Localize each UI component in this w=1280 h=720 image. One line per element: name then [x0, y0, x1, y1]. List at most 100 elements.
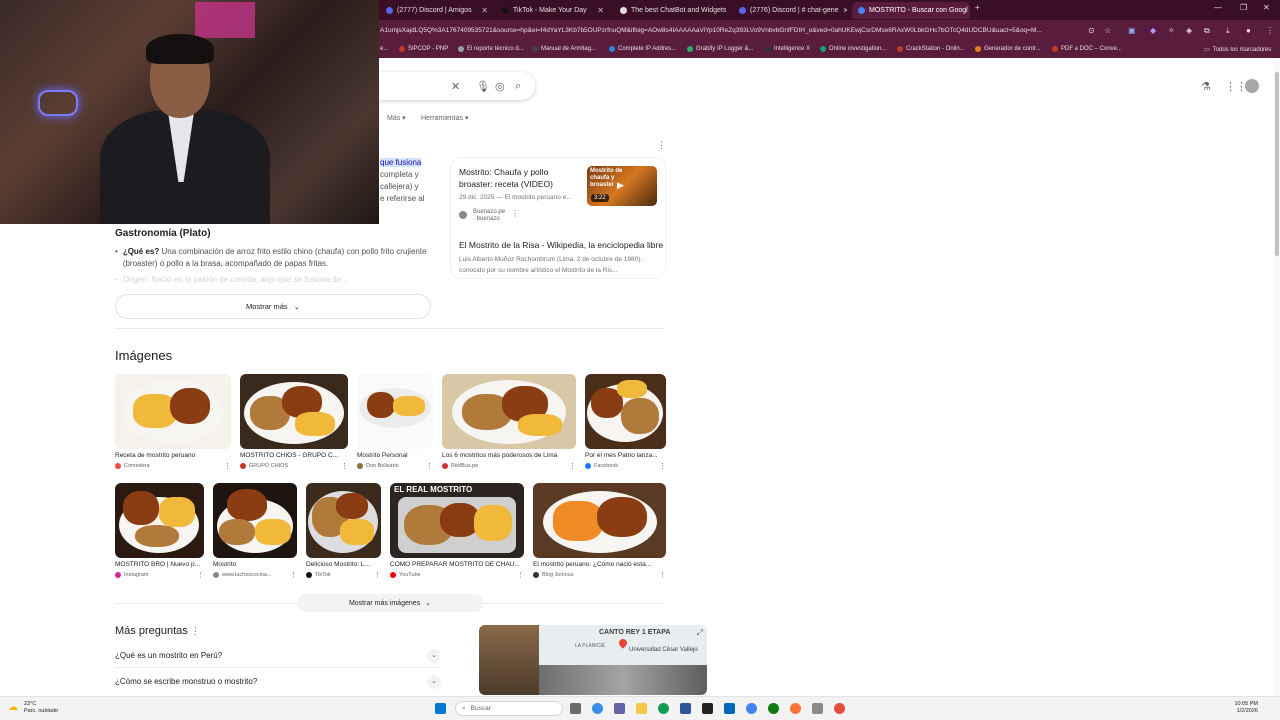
more-options-icon[interactable]: ⋮: [191, 626, 200, 636]
food-image[interactable]: [306, 483, 381, 558]
more-options-icon[interactable]: ⋮: [511, 210, 519, 218]
image-result[interactable]: Mostrito www.luchoscocina... ⋮: [213, 483, 297, 579]
map-preview[interactable]: CANTO REY 1 ETAPA LA PLANICIE Universida…: [479, 625, 707, 695]
more-options-icon[interactable]: ⋮: [659, 462, 666, 470]
labs-icon[interactable]: ⚗: [1201, 80, 1211, 93]
new-tab-button[interactable]: +: [975, 3, 980, 12]
food-image[interactable]: [115, 374, 231, 449]
show-more-button[interactable]: Mostrar más ⌄: [115, 294, 431, 319]
close-window-icon[interactable]: ✕: [1263, 3, 1270, 12]
maximize-icon[interactable]: ❐: [1240, 3, 1247, 12]
bookmark-item[interactable]: El reporte técnico d...: [458, 46, 524, 52]
more-options-icon[interactable]: ⋮: [341, 462, 348, 470]
image-result[interactable]: MOSTRITO CHIOS - GRUPO C... GRUPO CHIOS ⋮: [240, 374, 348, 470]
app-icon[interactable]: [702, 703, 713, 714]
close-icon[interactable]: ✕: [597, 6, 604, 15]
microphone-icon[interactable]: 🎙: [476, 80, 490, 93]
food-image[interactable]: [115, 483, 204, 558]
all-bookmarks[interactable]: ▭ Todos los marcadores: [1204, 46, 1271, 54]
image-result[interactable]: Mostrito Personal Don Belisario ⋮: [357, 374, 433, 470]
taskbar-search[interactable]: ⌕ Buscar: [455, 701, 563, 716]
chevron-down-icon[interactable]: ⌄: [427, 675, 441, 689]
app-icon[interactable]: [812, 703, 823, 714]
avatar[interactable]: [1245, 79, 1259, 93]
street-view-image[interactable]: [539, 665, 707, 695]
url-field[interactable]: A1umjsXajdLQ5Q%3A1767409535721&source=hp…: [380, 27, 1080, 34]
image-result[interactable]: MOSTRITO BRO | Nuevo p... Instagram ⋮: [115, 483, 204, 579]
bookmark-item[interactable]: Intelligence X: [765, 46, 810, 52]
image-result[interactable]: El mostrito peruano: ¿Cómo nació esta...…: [533, 483, 666, 579]
extension-icon[interactable]: ✧: [1168, 26, 1175, 35]
lens-icon[interactable]: ◎: [495, 80, 505, 93]
more-options-icon[interactable]: ⋮: [224, 462, 231, 470]
question-item[interactable]: ¿Qué es un mostrito en Perú? ⌄: [115, 649, 441, 663]
firefox-icon[interactable]: [790, 703, 801, 714]
bookmark-item[interactable]: Complete IP Addres...: [609, 46, 676, 52]
teams-icon[interactable]: [614, 703, 625, 714]
bookmark-item[interactable]: PDF a DOC – Conve...: [1052, 46, 1122, 52]
video-title[interactable]: Mostrito: Chaufa y pollo broaster: recet…: [459, 166, 584, 190]
food-image[interactable]: [533, 483, 666, 558]
star-icon[interactable]: ☆: [1104, 26, 1111, 35]
app-icon[interactable]: [834, 703, 845, 714]
map-pin-icon[interactable]: [617, 637, 629, 649]
location-icon[interactable]: ⊙: [1088, 26, 1095, 35]
chrome-icon[interactable]: [746, 703, 757, 714]
extension-icon[interactable]: ◆: [1150, 26, 1156, 35]
food-image[interactable]: [357, 374, 433, 449]
food-image[interactable]: [213, 483, 297, 558]
food-image[interactable]: [240, 374, 348, 449]
image-result[interactable]: Los 6 mostritos más poderosos de Lima Re…: [442, 374, 576, 470]
clear-icon[interactable]: ✕: [451, 80, 460, 93]
image-result[interactable]: Por el mes Patrio lanza... Facebook ⋮: [585, 374, 666, 470]
image-result[interactable]: Delicioso Mostrito: L... TikTok ⋮: [306, 483, 381, 579]
expand-icon[interactable]: ⤢: [697, 628, 703, 638]
store-icon[interactable]: [680, 703, 691, 714]
more-options-icon[interactable]: ⋮: [659, 571, 666, 579]
puzzle-icon[interactable]: ⧉: [1204, 26, 1210, 36]
more-options-icon[interactable]: ⋮: [657, 140, 666, 151]
image-result[interactable]: EL REAL MOSTRITO COMO PREPARAR MOSTRITO …: [390, 483, 524, 579]
food-image[interactable]: EL REAL MOSTRITO: [390, 483, 524, 558]
system-clock[interactable]: 10:05 PM 1/2/2026: [1228, 701, 1258, 715]
tab-discord-chat[interactable]: (2776) Discord | # chat-gene ✕: [733, 2, 847, 19]
minimize-icon[interactable]: —: [1214, 3, 1222, 12]
question-item[interactable]: ¿Cómo se escribe monstruo o mostrito? ⌄: [115, 675, 441, 689]
xbox-icon[interactable]: [768, 703, 779, 714]
task-view-icon[interactable]: [570, 703, 581, 714]
download-icon[interactable]: ⤓: [1226, 26, 1230, 36]
video-thumbnail[interactable]: Mostrito de chaufa y broaster ▶ 3:22: [587, 166, 657, 206]
bookmark-item[interactable]: Grabify IP Logger &...: [687, 46, 754, 52]
more-options-icon[interactable]: ⋮: [517, 571, 524, 579]
windows-start-icon[interactable]: [435, 703, 446, 714]
tab-chatbot[interactable]: The best ChatBot and Widgets ✕: [614, 2, 728, 19]
more-options-icon[interactable]: ⋮: [374, 571, 381, 579]
more-options-icon[interactable]: ⋮: [197, 571, 204, 579]
tab-mostrito-google[interactable]: MOSTRITO - Buscar con Googl ✕: [852, 2, 970, 19]
place-photo[interactable]: [479, 625, 539, 695]
filter-tools[interactable]: Herramientas ▾: [421, 114, 468, 122]
food-image[interactable]: [585, 374, 666, 449]
chevron-down-icon[interactable]: ⌄: [427, 649, 441, 663]
tab-tiktok[interactable]: TikTok - Make Your Day ✕: [496, 2, 610, 19]
vscode-icon[interactable]: [724, 703, 735, 714]
apps-grid-icon[interactable]: ⋮⋮: [1225, 80, 1247, 93]
bookmark-item[interactable]: SIPCOP - PNP: [399, 46, 448, 52]
more-options-icon[interactable]: ⋮: [569, 462, 576, 470]
close-icon[interactable]: ✕: [843, 6, 847, 15]
search-icon[interactable]: ⌕: [515, 80, 521, 93]
search-input[interactable]: ✕ 🎙 ◎ ⌕: [379, 72, 535, 100]
more-options-icon[interactable]: ⋮: [426, 462, 433, 470]
more-options-icon[interactable]: ⋮: [290, 571, 297, 579]
profile-icon[interactable]: ●: [1246, 26, 1251, 35]
weather-widget[interactable]: 23°C Parc. nublado: [24, 701, 58, 715]
weather-icon[interactable]: ☁: [8, 702, 18, 713]
scrollbar-thumb[interactable]: [1275, 72, 1279, 256]
wiki-title[interactable]: El Mostrito de la Risa - Wikipedia, la e…: [459, 240, 663, 250]
food-image[interactable]: [442, 374, 576, 449]
filter-more[interactable]: Más ▾: [387, 114, 406, 122]
bookmark-item[interactable]: CrackStation - Onlin...: [897, 46, 965, 52]
bookmark-item[interactable]: e...: [380, 46, 388, 52]
source-card[interactable]: Mostrito: Chaufa y pollo broaster: recet…: [451, 158, 665, 278]
menu-icon[interactable]: ⋮: [1266, 26, 1274, 35]
